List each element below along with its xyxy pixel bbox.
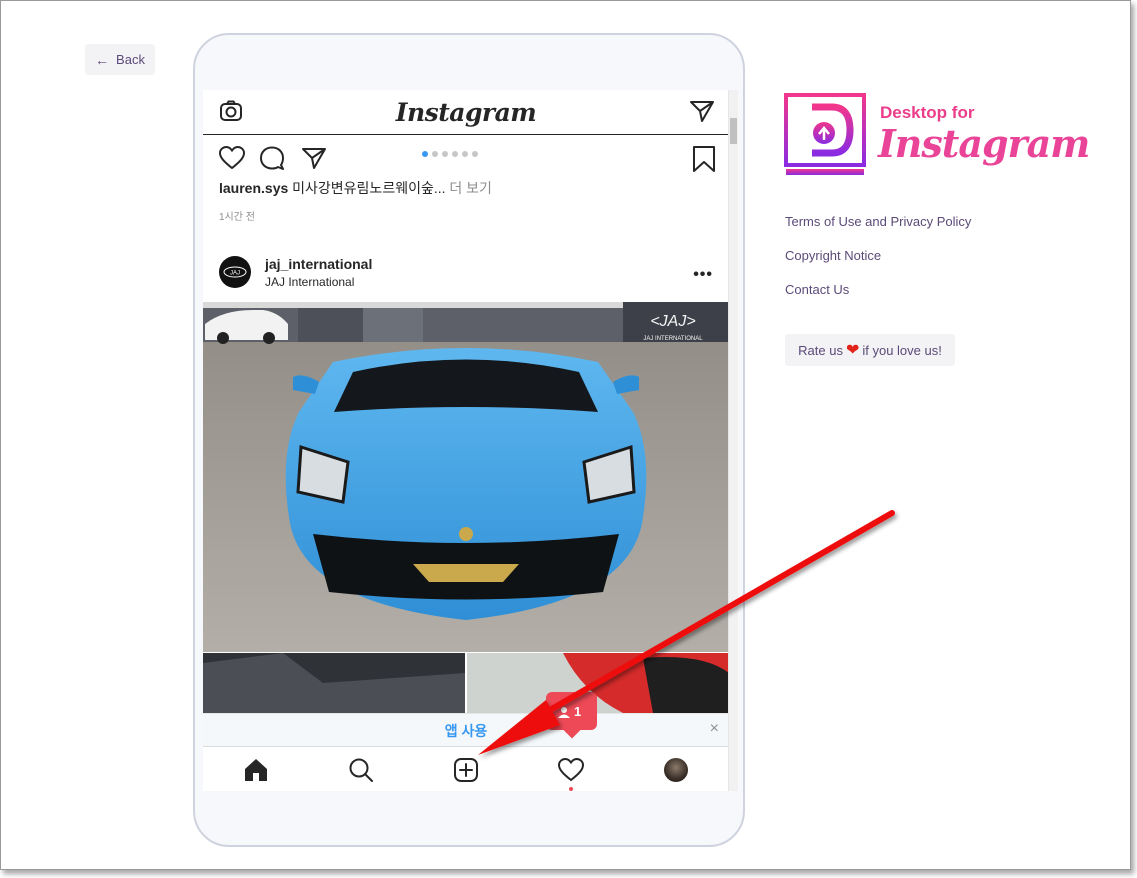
home-icon (244, 758, 267, 781)
carousel-dot (452, 151, 458, 157)
activity-notification-bubble[interactable]: 1 (546, 692, 597, 739)
jaj-logo-icon: JAJ (223, 266, 247, 278)
post-actions (219, 146, 715, 172)
new-post-plus-icon (453, 757, 478, 782)
post-caption: lauren.sys 미사강변유림노르웨이숲... 더 보기 (219, 178, 492, 198)
close-banner-icon[interactable]: × (710, 720, 719, 738)
desktop-for-instagram-logo-icon (784, 93, 866, 175)
notification-count: 1 (574, 704, 582, 719)
post-time: 1시간 전 (219, 212, 255, 223)
heart-icon: ❤ (845, 342, 860, 359)
contact-link[interactable]: Contact Us (785, 281, 971, 298)
nav-home[interactable] (241, 755, 271, 785)
brand-line2: Instagram (878, 121, 1090, 166)
screen-scrollbar[interactable] (728, 90, 738, 791)
footer-links: Terms of Use and Privacy Policy Copyrigh… (785, 213, 971, 315)
instagram-bottom-nav (203, 746, 729, 791)
svg-text:JAJ: JAJ (230, 271, 240, 277)
lamborghini-photo: <JAJ> JAJ INTERNATIONAL (203, 302, 729, 652)
share-icon[interactable] (301, 146, 327, 170)
use-app-label[interactable]: 앱 사용 (445, 721, 488, 741)
activity-heart-icon (558, 757, 585, 781)
carousel-dot (422, 151, 428, 157)
brand-line1: Desktop for (880, 103, 975, 122)
back-button[interactable]: ← Back (85, 44, 155, 75)
post-username[interactable]: jaj_international (265, 256, 372, 272)
carousel-dot (472, 151, 478, 157)
bookmark-icon[interactable] (692, 146, 716, 172)
instagram-screen: Instagram lauren.sys 미사강변유림노르웨이숲... 더 보기… (203, 90, 738, 791)
nav-profile[interactable] (661, 755, 691, 785)
nav-search[interactable] (346, 755, 376, 785)
photo-watermark: JAJ INTERNATIONAL (643, 336, 703, 342)
terms-link[interactable]: Terms of Use and Privacy Policy (785, 213, 971, 230)
camera-icon[interactable] (219, 99, 243, 123)
caption-more-link[interactable]: 더 보기 (449, 180, 492, 196)
rate-before: Rate us (798, 342, 843, 358)
caption-text: 미사강변유림노르웨이숲... (292, 180, 446, 196)
like-heart-icon[interactable] (219, 146, 245, 170)
back-button-label: Back (116, 52, 145, 67)
scrollbar-thumb[interactable] (730, 118, 737, 144)
copyright-link[interactable]: Copyright Notice (785, 247, 971, 264)
profile-avatar (664, 757, 689, 782)
instagram-logo[interactable]: Instagram (396, 98, 537, 127)
person-icon (558, 707, 570, 718)
carousel-dot (462, 151, 468, 157)
nav-activity[interactable] (556, 755, 586, 791)
carousel-dot (432, 151, 438, 157)
more-options-icon[interactable]: ••• (693, 266, 713, 284)
brand-logo: Desktop for Instagram (784, 93, 1090, 177)
nav-new-post[interactable] (451, 755, 481, 785)
comment-icon[interactable] (259, 146, 285, 170)
caption-username[interactable]: lauren.sys (219, 180, 288, 196)
rate-us-button[interactable]: Rate us ❤ if you love us! (785, 334, 955, 366)
thumbnail-photos (203, 653, 729, 713)
direct-message-icon[interactable] (689, 99, 715, 123)
arrow-left-icon: ← (95, 51, 110, 68)
post-photo-thumbnails (203, 653, 729, 713)
post-header: JAJ jaj_international JAJ International … (219, 256, 715, 290)
search-icon (349, 758, 373, 782)
svg-text:<JAJ>: <JAJ> (650, 313, 695, 330)
rate-after: if you love us! (862, 342, 942, 358)
post-avatar[interactable]: JAJ (219, 256, 251, 288)
instagram-header: Instagram (203, 90, 729, 135)
post-location[interactable]: JAJ International (265, 275, 354, 289)
carousel-indicator (422, 151, 478, 157)
activity-dot (569, 786, 574, 791)
post-photo[interactable]: <JAJ> JAJ INTERNATIONAL (203, 302, 729, 652)
use-app-banner[interactable]: 앱 사용 × (203, 713, 729, 747)
carousel-dot (442, 151, 448, 157)
